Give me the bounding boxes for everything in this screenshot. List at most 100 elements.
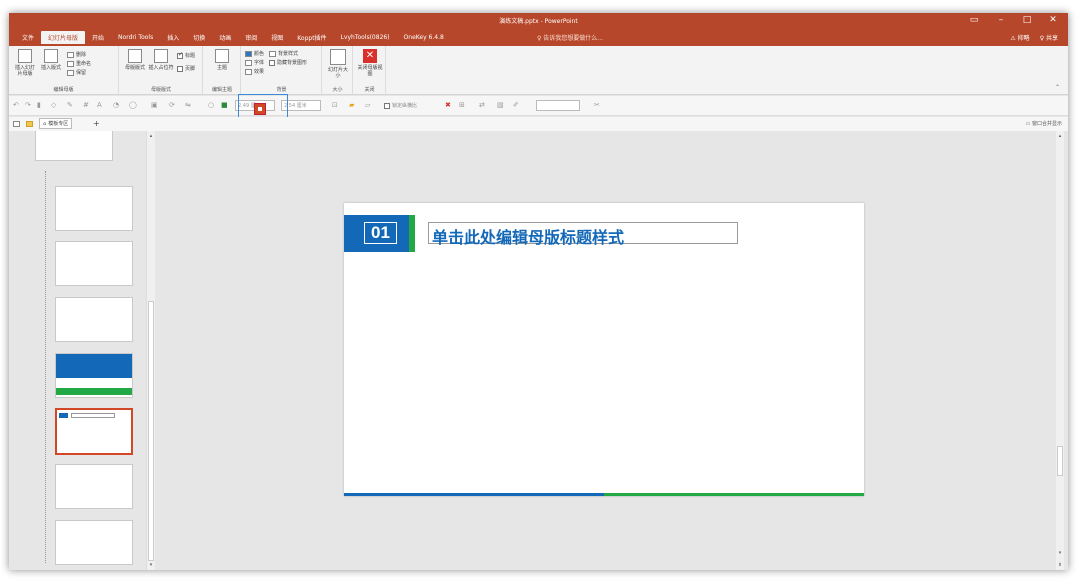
open-folder-icon[interactable] [26, 118, 33, 129]
template-zone-tab[interactable]: ⌂ 模板专区 [39, 118, 73, 129]
slide-thumbnail[interactable] [55, 297, 133, 342]
tab-lvyhtools[interactable]: LvyhTools(0826) [334, 32, 397, 43]
slide-thumbnail[interactable] [55, 353, 133, 398]
scroll-up-icon[interactable]: ▴ [148, 133, 154, 139]
master-layout-icon [128, 49, 142, 63]
group-icon[interactable]: ▣ [151, 101, 158, 109]
table-icon[interactable]: ⊞ [459, 101, 465, 109]
rename-button[interactable]: 重命名 [67, 60, 91, 67]
circle-icon[interactable]: ○ [208, 101, 214, 109]
title-placeholder[interactable]: 单击此处编辑母版标题样式 [428, 222, 738, 247]
scrollbar-thumb[interactable] [1057, 446, 1063, 476]
tab-review[interactable]: 审阅 [238, 31, 264, 44]
tab-slide-master[interactable]: 幻灯片母版 [41, 30, 86, 44]
preserve-button[interactable]: 保留 [67, 69, 86, 76]
tab-koppt[interactable]: Koppt插件 [290, 31, 333, 44]
style-dropdown[interactable] [536, 100, 580, 111]
scroll-up-icon[interactable]: ▴ [1057, 133, 1063, 139]
delete-icon[interactable]: ✖ [445, 101, 451, 109]
slide-thumbnail[interactable] [55, 241, 133, 286]
scroll-down-icon[interactable]: ▾ [148, 562, 154, 568]
insert-slide-master-button[interactable]: 插入幻灯片母版 [13, 49, 37, 77]
layout-icon [44, 49, 58, 63]
arrange-icon[interactable]: ⇋ [185, 101, 191, 109]
image-icon[interactable]: ▧ [497, 101, 504, 109]
new-document-icon[interactable] [13, 118, 20, 129]
close-window-button[interactable]: ✕ [1043, 15, 1063, 25]
selected-toolbar-button[interactable] [254, 103, 266, 115]
green-accent-bar [409, 215, 415, 252]
folder-icon[interactable]: ▰ [349, 101, 354, 109]
effects-icon [245, 68, 252, 75]
thumbnail-title-mark [71, 413, 115, 418]
crop-icon[interactable]: ⊡ [332, 101, 338, 109]
tab-insert[interactable]: 插入 [160, 31, 186, 44]
fill-icon[interactable]: ◔ [113, 101, 119, 109]
scroll-down-icon[interactable]: ▾ [1057, 550, 1063, 556]
insert-layout-button[interactable]: 插入版式 [39, 49, 63, 71]
footer-checkbox[interactable]: 页脚 [177, 65, 195, 72]
format-painter-icon[interactable]: ✂ [594, 101, 600, 109]
slide-thumbnail[interactable] [55, 520, 133, 565]
insert-placeholder-button[interactable]: 插入占位符 [148, 49, 174, 71]
close-master-view-button[interactable]: ✕ 关闭母版视图 [357, 49, 383, 77]
picture-icon[interactable]: ▱ [365, 101, 370, 109]
shape-icon[interactable]: ◇ [51, 101, 56, 109]
effects-button[interactable]: 效果 [245, 68, 264, 75]
slide-title[interactable]: 单击此处编辑母版标题样式 [432, 224, 624, 248]
slide-number[interactable]: 01 [364, 222, 397, 244]
colors-button[interactable]: 颜色 [245, 50, 264, 57]
outline-icon[interactable]: ◯ [129, 101, 137, 109]
slide-thumbnail[interactable] [55, 464, 133, 509]
tab-view[interactable]: 视图 [264, 31, 290, 44]
collapse-ribbon-icon[interactable]: ⌃ [1055, 84, 1060, 91]
tab-nordri-tools[interactable]: Nordri Tools [111, 32, 160, 43]
slide-size-button[interactable]: 幻灯片大小 [326, 49, 350, 79]
color-fill-icon[interactable]: ■ [221, 101, 228, 109]
fonts-button[interactable]: 字体 [245, 59, 264, 66]
merge-window-display-button[interactable]: ▭ 窗口合并显示 [1026, 120, 1062, 127]
hash-icon[interactable]: # [83, 101, 89, 109]
tab-home[interactable]: 开始 [85, 31, 111, 44]
slide-thumbnail[interactable] [55, 186, 133, 231]
share-button[interactable]: ♀ 共享 [1040, 33, 1058, 42]
title-bar: 演练文稿.pptx - PowerPoint ▭ – □ ✕ 文件 幻灯片母版 … [9, 13, 1068, 46]
scrollbar-thumb[interactable] [148, 301, 154, 561]
warning-button[interactable]: ⚠ 抑略 [1010, 33, 1029, 42]
slide-thumbnail-selected[interactable] [55, 408, 133, 455]
add-tab-button[interactable]: + [93, 118, 100, 129]
ribbon-display-icon[interactable]: ▭ [964, 15, 984, 25]
tab-onekey[interactable]: OneKey 6.4.8 [397, 32, 451, 43]
home-icon: ⌂ [43, 120, 47, 127]
tab-transitions[interactable]: 切换 [186, 31, 212, 44]
placeholder-icon [154, 49, 168, 63]
title-checkbox[interactable]: 标题 [177, 51, 195, 59]
align-icon[interactable]: ▮ [37, 101, 41, 109]
main-scrollbar[interactable]: ▴ ▾ ⇟ [1056, 131, 1064, 570]
colors-icon [245, 50, 252, 57]
pen-icon[interactable]: ✐ [513, 101, 519, 109]
close-icon: ✕ [363, 49, 377, 63]
slide-master-icon [18, 49, 32, 63]
undo-icon[interactable]: ↶ [13, 101, 19, 109]
delete-button[interactable]: 删除 [67, 51, 86, 58]
slide-thumbnail[interactable] [35, 131, 113, 161]
lock-ratio-checkbox[interactable]: 锁定纵横比 [384, 102, 417, 109]
themes-button[interactable]: 主题 [210, 49, 234, 71]
master-layout-button[interactable]: 母版版式 [124, 49, 146, 71]
tab-animations[interactable]: 动画 [212, 31, 238, 44]
background-styles-button[interactable]: 背景样式 [269, 50, 298, 57]
rotate-icon[interactable]: ⟳ [169, 101, 175, 109]
maximize-button[interactable]: □ [1017, 15, 1037, 25]
font-icon[interactable]: A [97, 101, 102, 109]
connector-icon[interactable]: ⇄ [479, 101, 485, 109]
tell-me-search[interactable]: ♀ 告诉我您想要做什么... [537, 33, 603, 42]
redo-icon[interactable]: ↷ [25, 101, 31, 109]
next-slide-icon[interactable]: ⇟ [1057, 562, 1063, 568]
slide-canvas[interactable]: 01 单击此处编辑母版标题样式 [344, 203, 864, 496]
hide-background-checkbox[interactable]: 隐藏背景图形 [269, 59, 307, 66]
brush-icon[interactable]: ✎ [67, 101, 73, 109]
tab-file[interactable]: 文件 [15, 31, 41, 44]
minimize-button[interactable]: – [991, 15, 1011, 25]
thumbnail-scrollbar[interactable]: ▴ ▾ [146, 131, 155, 570]
